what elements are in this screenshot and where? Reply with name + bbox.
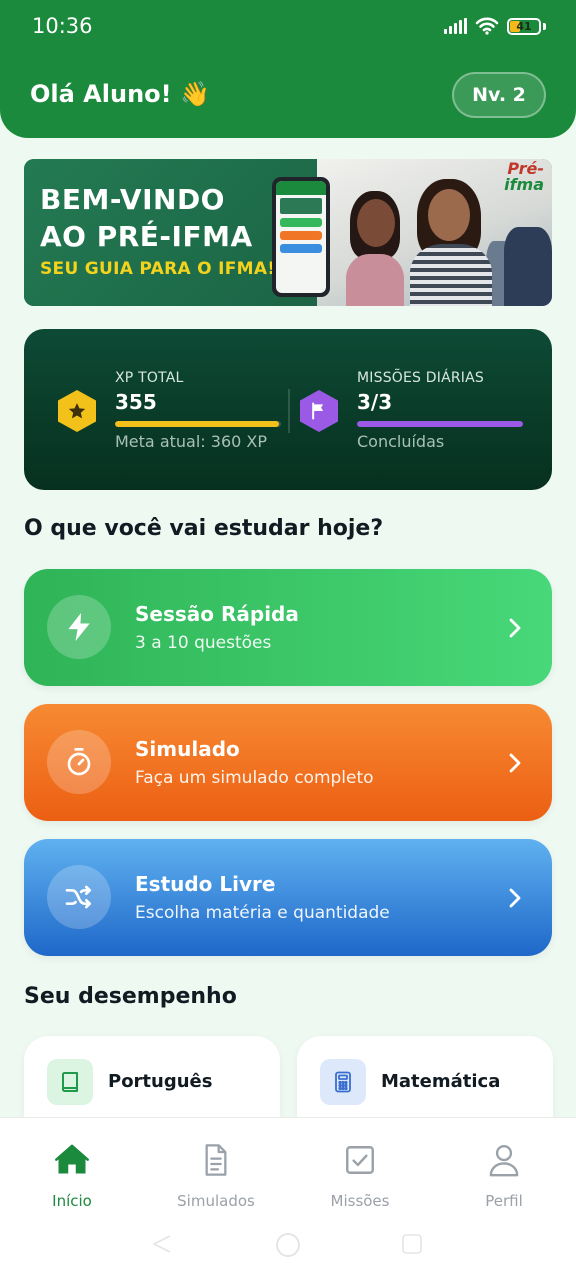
simulation-card[interactable]: Simulado Faça um simulado completo: [24, 704, 552, 821]
app-header: 10:36 41 Olá Aluno! 👋 Nv. 2: [0, 0, 576, 138]
quick-session-card[interactable]: Sessão Rápida 3 a 10 questões: [24, 569, 552, 686]
flag-icon: [300, 390, 338, 432]
battery-icon: 41: [507, 17, 541, 35]
nav-item-profile[interactable]: Perfil: [444, 1140, 564, 1210]
nav-item-simulations[interactable]: Simulados: [156, 1140, 276, 1210]
wifi-icon: [475, 17, 499, 35]
xp-goal: Meta atual: 360 XP: [115, 432, 267, 451]
banner-student-face: [428, 189, 470, 241]
simulation-title: Simulado: [135, 737, 240, 761]
document-icon: [156, 1140, 276, 1180]
home-circle-icon[interactable]: [274, 1231, 302, 1259]
missions-progress-fill: [357, 421, 523, 427]
stats-divider: [288, 389, 290, 433]
system-navigation-bar: [0, 1228, 576, 1258]
star-icon: [58, 390, 96, 432]
back-icon[interactable]: [150, 1232, 174, 1256]
missions-label: MISSÕES DIÁRIAS: [357, 370, 484, 386]
banner-title-line1: BEM-VINDO: [40, 183, 225, 216]
welcome-banner[interactable]: BEM-VINDO AO PRÉ-IFMA SEU GUIA PARA O IF…: [24, 159, 552, 306]
banner-logo-line2: ifma: [504, 175, 544, 194]
battery-cap: [543, 22, 546, 30]
banner-student-body: [410, 244, 492, 306]
banner-logo: Pré- ifma: [504, 161, 544, 193]
xp-progress-fill: [115, 421, 279, 427]
nav-label-simulations: Simulados: [177, 1192, 255, 1210]
nav-label-home: Início: [52, 1192, 92, 1210]
recents-icon[interactable]: [400, 1232, 424, 1256]
chevron-right-icon: [509, 753, 521, 773]
checkbox-icon: [300, 1140, 420, 1180]
subject-name-math: Matemática: [381, 1071, 501, 1092]
free-study-card[interactable]: Estudo Livre Escolha matéria e quantidad…: [24, 839, 552, 956]
shuffle-icon: [47, 865, 111, 929]
xp-label: XP TOTAL: [115, 370, 184, 386]
greeting: Olá Aluno! 👋: [30, 80, 210, 108]
lightning-icon: [47, 595, 111, 659]
free-study-title: Estudo Livre: [135, 872, 276, 896]
home-icon: [12, 1140, 132, 1180]
xp-value: 355: [115, 390, 157, 414]
subject-name-portuguese: Português: [108, 1071, 213, 1092]
banner-student-body: [346, 254, 404, 306]
signal-icon: [444, 18, 467, 34]
nav-label-profile: Perfil: [485, 1192, 523, 1210]
timer-icon: [47, 730, 111, 794]
banner-subtitle: SEU GUIA PARA O IFMA!: [40, 259, 276, 279]
banner-phone-mockup: [272, 177, 330, 297]
free-study-subtitle: Escolha matéria e quantidade: [135, 903, 390, 923]
level-badge[interactable]: Nv. 2: [452, 72, 546, 118]
simulation-subtitle: Faça um simulado completo: [135, 768, 374, 788]
xp-progress-bar: [115, 421, 281, 427]
missions-status: Concluídas: [357, 432, 445, 451]
nav-item-home[interactable]: Início: [12, 1140, 132, 1210]
status-time: 10:36: [32, 14, 93, 38]
chevron-right-icon: [509, 888, 521, 908]
book-icon: [47, 1059, 93, 1105]
banner-background-person: [504, 227, 552, 306]
phone-screen: [276, 181, 326, 293]
quick-session-title: Sessão Rápida: [135, 602, 299, 626]
status-icons: 41: [444, 17, 546, 35]
nav-label-missions: Missões: [330, 1192, 390, 1210]
banner-title: BEM-VINDO AO PRÉ-IFMA: [40, 181, 253, 255]
banner-student-face: [357, 199, 395, 247]
status-bar: 10:36 41: [0, 0, 576, 54]
study-section-title: O que você vai estudar hoje?: [24, 516, 384, 541]
performance-section-title: Seu desempenho: [24, 984, 237, 1009]
stats-card: XP TOTAL 355 Meta atual: 360 XP MISSÕES …: [24, 329, 552, 490]
chevron-right-icon: [509, 618, 521, 638]
missions-value: 3/3: [357, 390, 393, 414]
nav-item-missions[interactable]: Missões: [300, 1140, 420, 1210]
missions-progress-bar: [357, 421, 523, 427]
banner-title-line2: AO PRÉ-IFMA: [40, 220, 253, 253]
battery-percent: 41: [516, 19, 532, 33]
user-icon: [444, 1140, 564, 1180]
calculator-icon: [320, 1059, 366, 1105]
quick-session-subtitle: 3 a 10 questões: [135, 633, 272, 653]
